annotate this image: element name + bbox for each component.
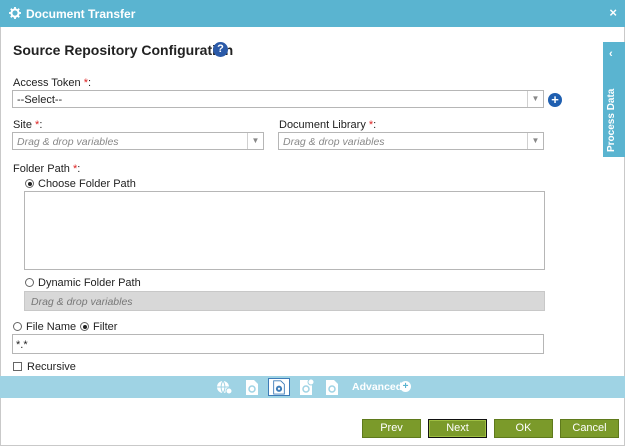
filter-radio[interactable] <box>80 322 89 331</box>
chevron-down-icon: ▼ <box>527 133 543 149</box>
chevron-down-icon: ▼ <box>527 91 543 107</box>
prev-button[interactable]: Prev <box>362 419 421 438</box>
chevron-left-icon: ‹ <box>609 48 613 60</box>
disc-settings-icon[interactable] <box>268 378 290 396</box>
globe-settings-icon[interactable] <box>214 378 234 396</box>
next-button[interactable]: Next <box>428 419 487 438</box>
ok-button[interactable]: OK <box>494 419 553 438</box>
dynamic-folder-path-radio[interactable] <box>25 278 34 287</box>
dynamic-folder-path-label: Dynamic Folder Path <box>38 277 141 289</box>
advanced-plus-icon[interactable]: + <box>400 381 411 392</box>
document-sync-icon[interactable] <box>296 378 316 396</box>
site-placeholder: Drag & drop variables <box>17 136 119 148</box>
recursive-label: Recursive <box>27 361 76 373</box>
site-select[interactable]: Drag & drop variables ▼ <box>12 132 264 150</box>
step-bar: Advanced + <box>0 376 625 398</box>
dynamic-folder-path-placeholder: Drag & drop variables <box>31 296 133 308</box>
folder-path-label: Folder Path *: <box>13 163 81 175</box>
document-settings-alt-icon[interactable] <box>322 378 342 396</box>
folder-path-tree[interactable] <box>24 191 545 270</box>
close-icon[interactable]: × <box>609 5 617 20</box>
window-title: Document Transfer <box>26 7 136 21</box>
filter-label: Filter <box>93 321 118 333</box>
chevron-down-icon: ▼ <box>247 133 263 149</box>
document-settings-icon[interactable] <box>242 378 262 396</box>
process-data-label: Process Data <box>606 88 617 152</box>
advanced-link[interactable]: Advanced <box>352 381 402 393</box>
file-name-radio[interactable] <box>13 322 22 331</box>
choose-folder-path-radio[interactable] <box>25 179 34 188</box>
site-label: Site *: <box>13 119 43 131</box>
document-library-placeholder: Drag & drop variables <box>283 136 385 148</box>
choose-folder-path-label: Choose Folder Path <box>38 178 136 190</box>
add-token-icon[interactable]: + <box>548 93 562 107</box>
filter-value: *.* <box>16 339 28 351</box>
file-name-label: File Name <box>26 321 77 333</box>
document-library-select[interactable]: Drag & drop variables ▼ <box>278 132 544 150</box>
help-icon[interactable]: ? <box>213 42 228 57</box>
access-token-select[interactable]: --Select-- ▼ <box>12 90 544 108</box>
dynamic-folder-path-field[interactable]: Drag & drop variables <box>24 291 545 311</box>
filter-input[interactable]: *.* <box>12 334 544 354</box>
page-title: Source Repository Configuration <box>13 42 234 58</box>
recursive-checkbox[interactable] <box>13 362 22 371</box>
access-token-label: Access Token *: <box>13 77 92 89</box>
cancel-button[interactable]: Cancel <box>560 419 619 438</box>
process-data-tab[interactable]: ‹ Process Data <box>603 42 625 157</box>
access-token-value: --Select-- <box>17 94 63 106</box>
title-bar: Document Transfer × <box>0 0 625 27</box>
gear-icon <box>9 7 21 19</box>
document-library-label: Document Library *: <box>279 119 377 131</box>
